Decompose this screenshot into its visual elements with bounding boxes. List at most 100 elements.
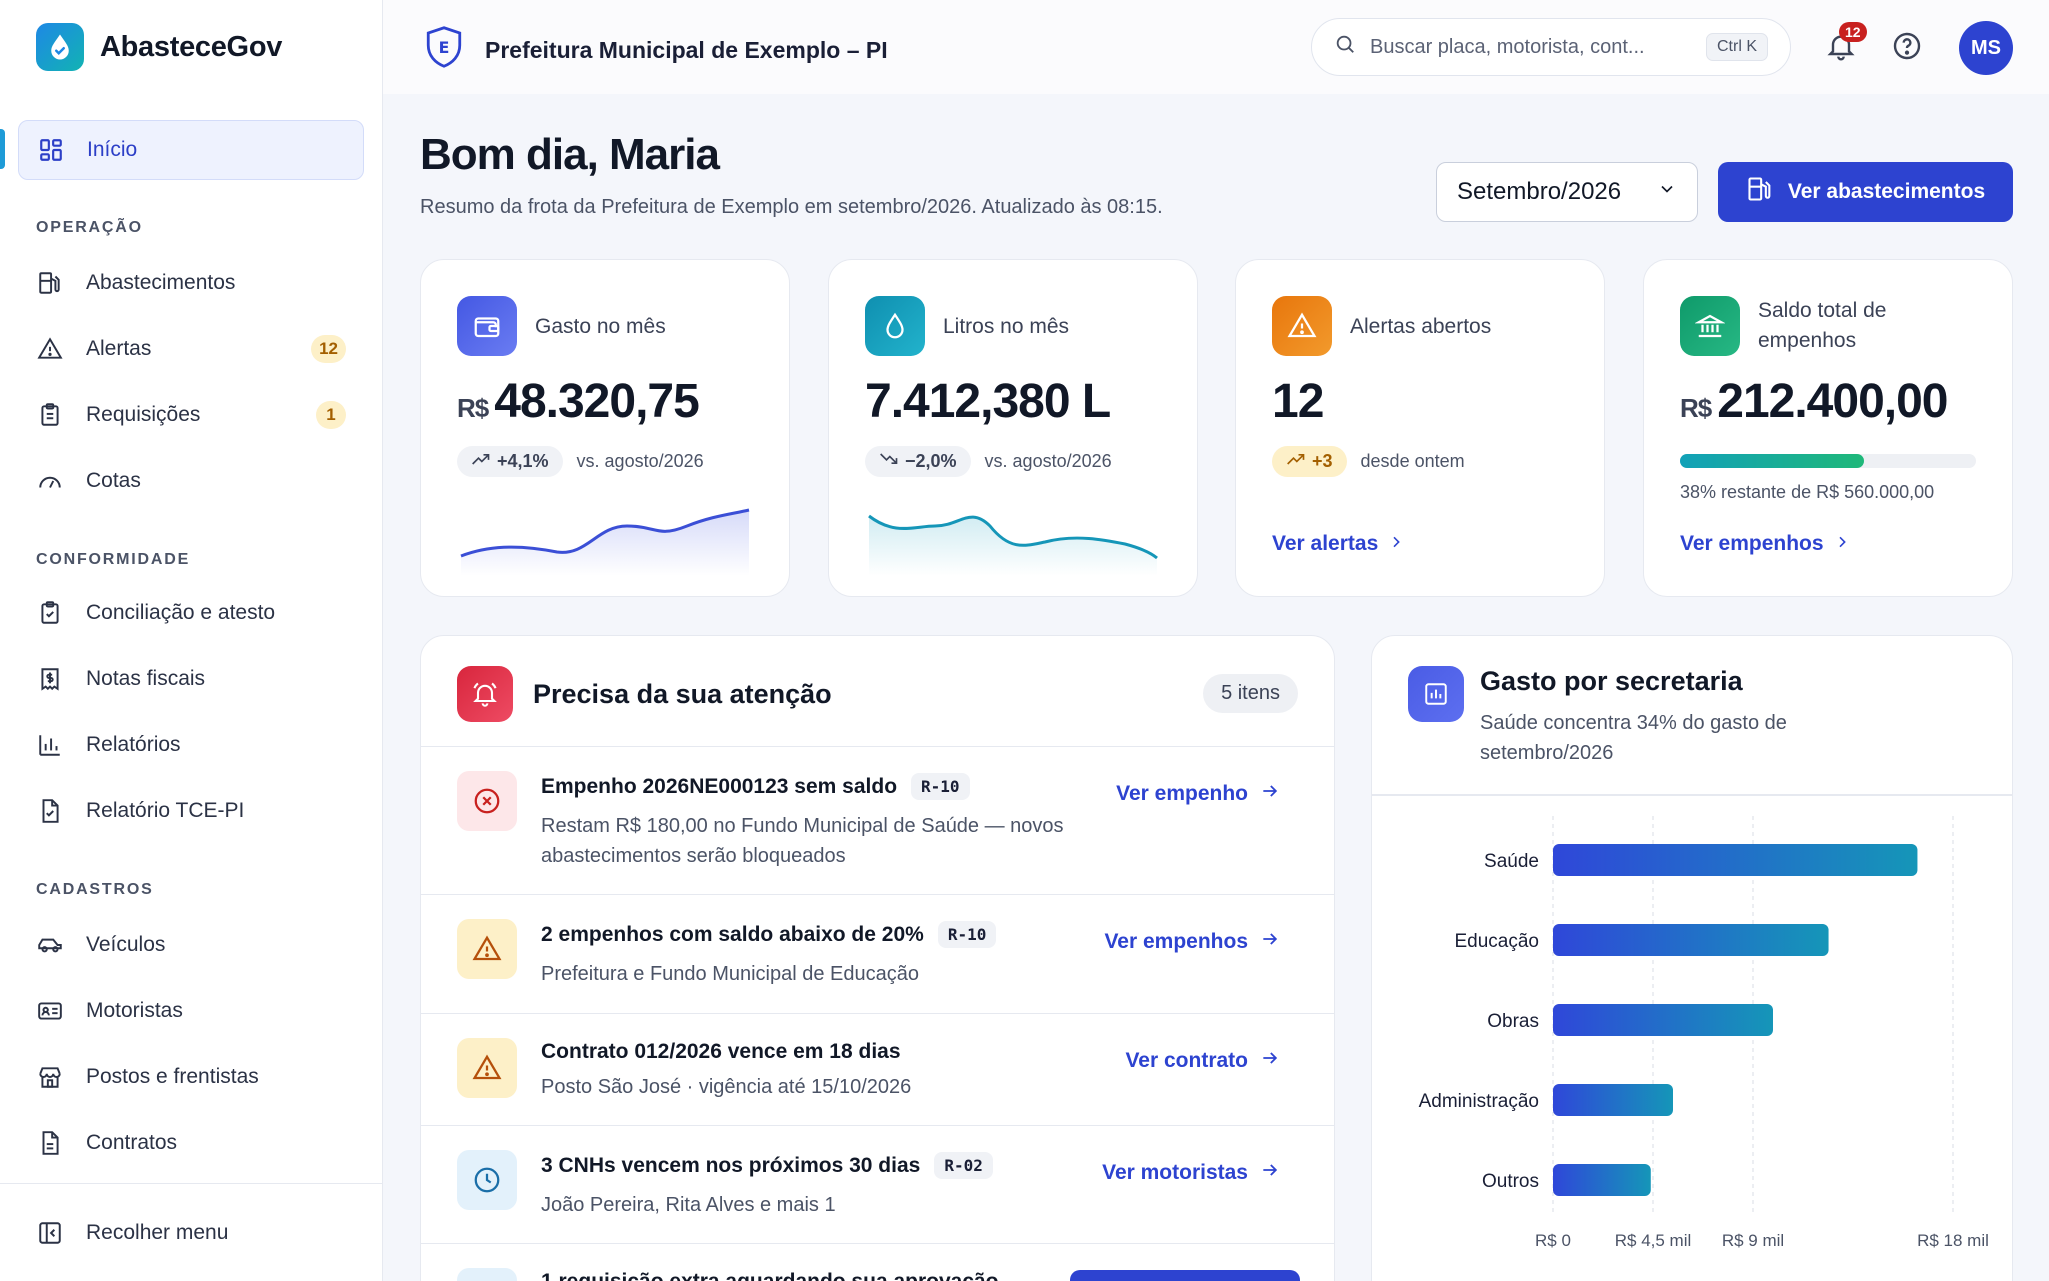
trend-compare: desde ontem [1360,451,1465,471]
help-icon[interactable] [1891,30,1925,64]
view-commitments-link[interactable]: Ver empenhos [1680,532,1850,556]
receipt-dollar-icon [36,665,64,693]
trend-pill: +4,1% [457,446,563,477]
sidebar-item-inicio[interactable]: Início [18,120,364,180]
kpi-value: R$ 48.320,75 [457,374,700,429]
arrow-right-icon [1260,929,1280,955]
row-title: Contrato 012/2026 vence em 18 dias [541,1040,901,1064]
trend-pill: +3 [1272,446,1347,477]
organization-selector[interactable]: E Prefeitura Municipal de Exemplo – PI [423,24,888,76]
trend-up-icon [471,451,491,472]
sidebar-item-relatorios[interactable]: Relatórios [18,715,364,775]
bar-outros[interactable] [1553,1164,1651,1196]
sparkline-litros [868,514,1158,576]
category-label: Saúde [1484,851,1539,872]
sparkline-gasto [460,508,750,576]
trend-compare: vs. agosto/2026 [984,451,1112,471]
row-description: João Pereira, Rita Alves e mais 1 [541,1194,836,1216]
month-select[interactable]: Setembro/2026 [1436,162,1698,222]
bank-icon [1680,296,1740,356]
brand[interactable]: AbasteceGov [36,23,282,71]
kpi-card-saldo: Saldo total de empenhos R$ 212.400,00 38%… [1643,259,2013,597]
kpi-label: Alertas abertos [1350,315,1492,338]
kpi-amount: 212.400,00 [1717,375,1948,428]
link-label: Ver empenhos [1680,532,1824,555]
notification-count: 12 [1839,22,1867,42]
organization-name: Prefeitura Municipal de Exemplo – PI [485,36,888,63]
panel-collapse-icon [36,1219,64,1247]
store-icon [36,1063,64,1091]
row-title: Empenho 2026NE000123 sem saldo R-10 [541,773,970,800]
attention-row: 3 CNHs vencem nos próximos 30 dias R-02 J… [421,1125,1334,1243]
chevron-down-icon [1657,178,1677,206]
currency: R$ [1680,393,1712,423]
view-commitment-link[interactable]: Ver empenho [1116,781,1280,807]
avatar[interactable]: MS [1959,21,2013,75]
attention-header: Precisa da sua atenção [457,666,832,722]
shield-icon: E [423,24,465,76]
view-commitments-link[interactable]: Ver empenhos [1104,929,1280,955]
sidebar-item-requisicoes[interactable]: Requisições 1 [18,385,364,445]
category-label: Educação [1454,931,1539,952]
category-label: Outros [1482,1171,1539,1192]
attention-row: 2 empenhos com saldo abaixo de 20% R-10 P… [421,894,1334,1013]
sidebar-item-motoristas[interactable]: Motoristas [18,981,364,1041]
warning-icon [36,335,64,363]
row-title: 1 requisição extra aguardando sua aprova… [541,1270,999,1281]
approve-request-button[interactable] [1070,1270,1300,1281]
section-operacao: OPERAÇÃO [36,219,143,236]
drop-icon [865,296,925,356]
bar-chart-icon [36,731,64,759]
sidebar-item-label: Motoristas [86,999,183,1022]
link-label: Ver alertas [1272,532,1379,555]
sidebar-item-label: Alertas [86,337,152,360]
sidebar-item-veiculos[interactable]: Veículos [18,915,364,975]
sidebar-item-alertas[interactable]: Alertas 12 [18,319,364,379]
x-tick-label: R$ 0 [1535,1231,1571,1250]
rule-tag: R-10 [911,773,970,800]
view-refuelings-button[interactable]: Ver abastecimentos [1718,162,2013,222]
sidebar-item-cotas[interactable]: Cotas [18,451,364,511]
row-title: 2 empenhos com saldo abaixo de 20% R-10 [541,921,997,948]
kpi-amount: 48.320,75 [494,375,700,428]
balance-progress-fill [1680,454,1864,468]
sidebar-item-label: Conciliação e atesto [86,601,276,624]
search-shortcut: Ctrl K [1706,33,1768,61]
action-label: Ver empenho [1116,782,1248,805]
view-alerts-link[interactable]: Ver alertas [1272,532,1404,556]
warning-icon [1272,296,1332,356]
kpi-card-gasto: Gasto no mês R$ 48.320,75 +4,1% vs. agost… [420,259,790,597]
sidebar-item-abastecimentos[interactable]: Abastecimentos [18,253,364,313]
sidebar-item-contratos[interactable]: Contratos [18,1113,364,1173]
view-drivers-link[interactable]: Ver motoristas [1102,1160,1280,1186]
kpi-trend: −2,0% vs. agosto/2026 [865,446,1112,477]
bar-chart-icon [1408,666,1464,722]
row-title-text: 3 CNHs vencem nos próximos 30 dias [541,1153,921,1177]
sidebar-item-tce[interactable]: Relatório TCE-PI [18,781,364,841]
search-input[interactable]: Buscar placa, motorista, cont... Ctrl K [1311,18,1791,76]
chevron-right-icon [1388,532,1404,556]
view-refuelings-label: Ver abastecimentos [1787,180,1986,203]
kpi-value: 7.412,380 L [865,375,1111,428]
sidebar-item-postos[interactable]: Postos e frentistas [18,1047,364,1107]
row-title-text: 1 requisição extra aguardando sua aprova… [541,1270,999,1281]
sidebar-item-conciliacao[interactable]: Conciliação e atesto [18,583,364,643]
sidebar-item-label: Veículos [86,933,166,956]
bar-educação[interactable] [1553,924,1829,956]
sidebar-item-label: Cotas [86,469,141,492]
bar-obras[interactable] [1553,1004,1773,1036]
collapse-menu-button[interactable]: Recolher menu [18,1203,364,1263]
alertas-badge: 12 [311,335,346,363]
bar-administração[interactable] [1553,1084,1673,1116]
arrow-right-icon [1260,1048,1280,1074]
id-card-icon [36,997,64,1025]
attention-count: 5 itens [1203,674,1298,713]
chart-title: Gasto por secretaria [1480,666,1743,696]
fuel-pump-icon [36,269,64,297]
sidebar-item-notas[interactable]: Notas fiscais [18,649,364,709]
view-contract-link[interactable]: Ver contrato [1125,1048,1280,1074]
trend-value: −2,0% [905,451,957,471]
bar-saúde[interactable] [1553,844,1918,876]
sidebar-item-label: Relatório TCE-PI [86,799,245,822]
kpi-label: Saldo total de empenhos [1758,299,1887,352]
